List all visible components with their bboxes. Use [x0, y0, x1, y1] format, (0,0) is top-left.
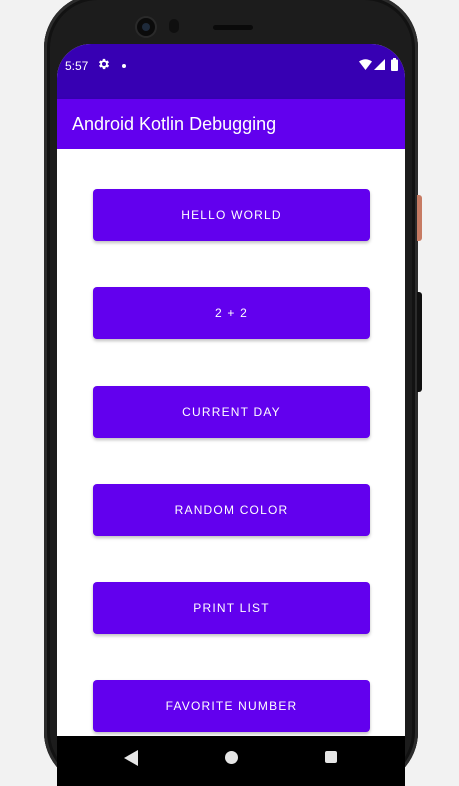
- two-plus-two-button-label: 2 + 2: [214, 306, 249, 320]
- volume-button[interactable]: [417, 292, 422, 392]
- power-button[interactable]: [417, 195, 422, 241]
- battery-icon: [391, 58, 398, 71]
- hello-world-button-label: HELLO WORLD: [181, 208, 282, 222]
- app-bar: Android Kotlin Debugging: [57, 99, 405, 149]
- proximity-sensor: [169, 19, 179, 33]
- two-plus-two-button[interactable]: 2 + 2: [93, 287, 370, 339]
- favorite-number-button[interactable]: FAVORITE NUMBER: [93, 680, 370, 732]
- current-day-button-label: CURRENT DAY: [182, 405, 281, 419]
- current-day-button[interactable]: CURRENT DAY: [93, 386, 370, 438]
- signal-icon: [374, 59, 385, 70]
- home-icon[interactable]: [225, 751, 238, 764]
- print-list-button[interactable]: PRINT LIST: [93, 582, 370, 634]
- wifi-icon: [359, 59, 372, 70]
- recents-icon[interactable]: [325, 751, 337, 763]
- front-camera: [137, 18, 155, 36]
- favorite-number-button-label: FAVORITE NUMBER: [165, 699, 298, 713]
- print-list-button-label: PRINT LIST: [193, 601, 270, 615]
- device-screen: 5:57 Android Kotlin Debugging HELLO WORL…: [57, 44, 405, 786]
- main-content: HELLO WORLD 2 + 2 CURRENT DAY RANDOM COL…: [57, 149, 405, 736]
- hello-world-button[interactable]: HELLO WORLD: [93, 189, 370, 241]
- back-icon[interactable]: [124, 750, 138, 766]
- app-title: Android Kotlin Debugging: [72, 114, 277, 134]
- status-bar: 5:57: [57, 44, 405, 99]
- status-time: 5:57: [65, 59, 89, 73]
- navigation-bar: [57, 736, 405, 786]
- random-color-button[interactable]: RANDOM COLOR: [93, 484, 370, 536]
- notification-dot-icon: [122, 64, 126, 68]
- gear-icon: [98, 58, 110, 70]
- earpiece-speaker: [213, 25, 253, 30]
- emulator-stage: 5:57 Android Kotlin Debugging HELLO WORL…: [0, 0, 459, 786]
- random-color-button-label: RANDOM COLOR: [174, 503, 289, 517]
